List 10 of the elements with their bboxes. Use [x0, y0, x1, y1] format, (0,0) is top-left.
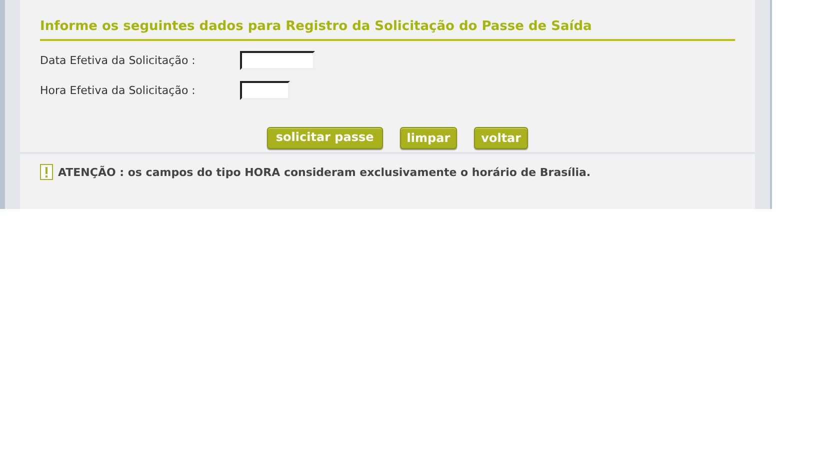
action-button[interactable]: limpar	[400, 127, 458, 149]
notice-text: ATENÇÃO : os campos do tipo HORA consideram exclusivamente o horário de Brasília.	[58, 166, 591, 178]
time-field[interactable]	[240, 81, 290, 100]
date-field[interactable]	[240, 51, 315, 70]
field-label: Data Efetiva da Solicitação :	[40, 54, 196, 67]
field-label: Hora Efetiva da Solicitação :	[40, 84, 196, 97]
action-button[interactable]: voltar	[474, 127, 528, 149]
form-title: Informe os seguintes dados para Registro da Solicitação do Passe de Saída	[40, 19, 735, 41]
submit-button[interactable]: solicitar passe	[266, 127, 383, 149]
warning-icon	[40, 164, 53, 180]
